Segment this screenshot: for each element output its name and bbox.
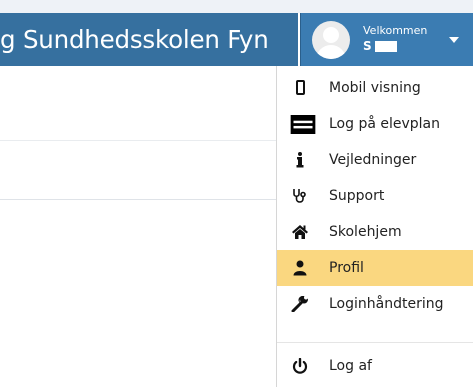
redacted-name-block xyxy=(375,41,397,52)
menu-item-support[interactable]: Support xyxy=(277,178,473,214)
menu-item-loginhaandtering[interactable]: Loginhåndtering xyxy=(277,286,473,322)
menu-item-log-paa-elevplan[interactable]: Log på elevplan xyxy=(277,106,473,142)
browser-top-strip xyxy=(0,0,473,13)
elevplan-logo-icon xyxy=(290,115,316,134)
menu-item-label: Mobil visning xyxy=(329,80,421,96)
menu-item-log-af[interactable]: Log af xyxy=(277,348,473,384)
menu-item-profil[interactable]: Profil xyxy=(277,250,473,286)
menu-item-label: Log på elevplan xyxy=(329,116,441,132)
user-icon xyxy=(293,260,307,276)
school-title: g Sundhedsskolen Fyn xyxy=(0,25,269,54)
menu-item-vejledninger[interactable]: Vejledninger xyxy=(277,142,473,178)
content-divider xyxy=(0,140,276,141)
menu-item-label: Loginhåndtering xyxy=(329,296,444,312)
avatar-head-icon xyxy=(323,27,339,43)
menu-item-skolehjem[interactable]: Skolehjem xyxy=(277,214,473,250)
welcome-label: Velkommen xyxy=(363,24,428,37)
user-name: S xyxy=(363,39,372,53)
avatar-body-icon xyxy=(316,45,346,59)
info-icon xyxy=(296,152,304,168)
home-icon xyxy=(292,225,308,239)
menu-item-label: Skolehjem xyxy=(329,224,402,240)
mobile-icon xyxy=(296,80,305,95)
wrench-icon xyxy=(291,296,308,312)
content-divider xyxy=(0,199,276,200)
stethoscope-icon xyxy=(293,189,306,203)
user-dropdown-menu: Mobil visning Log på elevplan Vejledning… xyxy=(276,66,473,387)
menu-item-label: Profil xyxy=(329,260,364,276)
menu-separator xyxy=(277,342,473,343)
menu-item-label: Log af xyxy=(329,358,372,374)
menu-item-mobil-visning[interactable]: Mobil visning xyxy=(277,70,473,106)
caret-down-icon xyxy=(449,37,459,43)
menu-item-label: Vejledninger xyxy=(329,152,417,168)
avatar xyxy=(312,21,350,59)
power-icon xyxy=(292,358,308,374)
user-menu-toggle[interactable]: Velkommen S xyxy=(300,13,473,66)
menu-item-label: Support xyxy=(329,188,385,204)
